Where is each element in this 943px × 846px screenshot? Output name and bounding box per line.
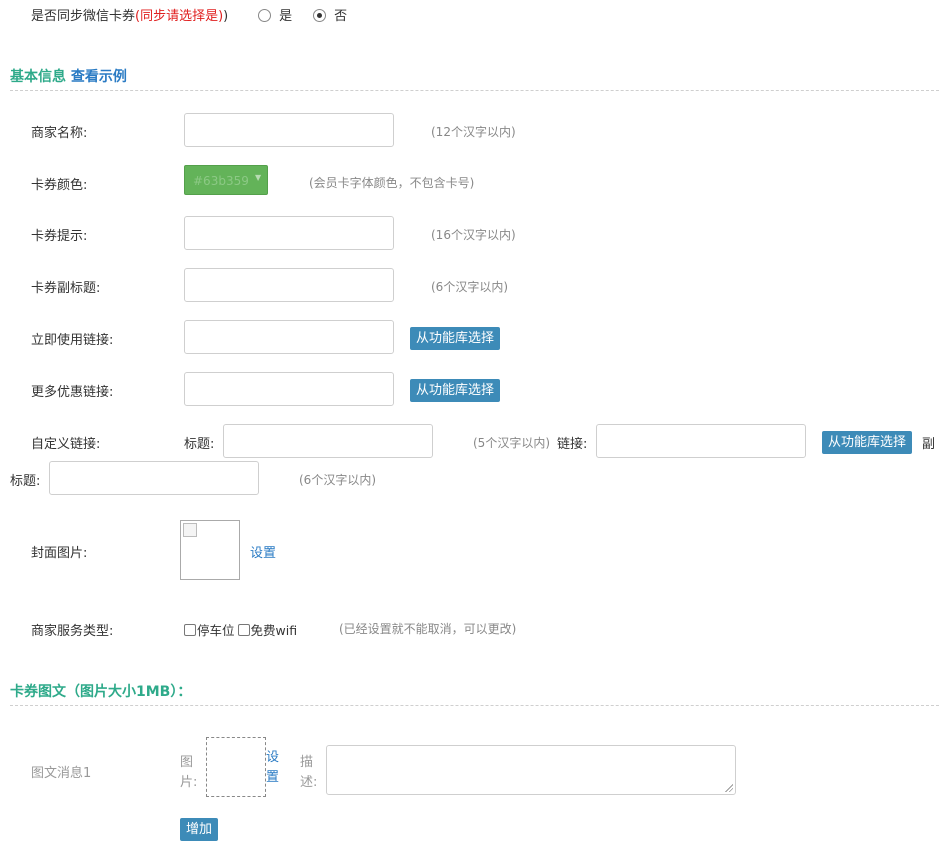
broken-image-icon bbox=[183, 523, 197, 537]
chevron-down-icon: ▼ bbox=[255, 173, 262, 182]
card-tip-input[interactable] bbox=[184, 216, 394, 250]
card-subtitle-hint: (6个汉字以内) bbox=[431, 280, 508, 294]
graphic-image-label: 图 片: bbox=[180, 753, 197, 793]
card-color-hint: (会员卡字体颜色，不包含卡号) bbox=[309, 176, 475, 190]
more-offers-link-label: 更多优惠链接: bbox=[31, 385, 114, 400]
custom-link-label: 自定义链接: bbox=[31, 437, 101, 452]
wifi-label: 免费wifi bbox=[250, 623, 298, 638]
graphic-image-label-a: 图 bbox=[180, 755, 194, 770]
card-color-label: 卡券颜色: bbox=[31, 178, 88, 193]
sync-close-paren: ) bbox=[223, 9, 229, 24]
graphic-image-label-b: 片: bbox=[180, 775, 198, 790]
divider bbox=[10, 90, 939, 91]
sync-radio-yes[interactable]: 是 bbox=[258, 5, 292, 24]
card-color-value: #63b359 bbox=[193, 174, 249, 188]
graphic-item-label: 图文消息1 bbox=[31, 766, 92, 781]
graphic-desc-label: 描 述: bbox=[300, 753, 317, 793]
graphic-desc-textarea[interactable] bbox=[326, 745, 736, 795]
cover-image-label: 封面图片: bbox=[31, 546, 88, 561]
custom-link-subtitle-input[interactable] bbox=[49, 461, 259, 495]
service-type-hint: (已经设置就不能取消，可以更改) bbox=[339, 622, 517, 636]
card-color-picker[interactable]: #63b359 ▼ bbox=[184, 165, 268, 195]
more-offers-library-button[interactable]: 从功能库选择 bbox=[410, 379, 501, 402]
sync-label: 是否同步微信卡券 bbox=[31, 9, 136, 24]
more-offers-link-input[interactable] bbox=[184, 372, 394, 406]
add-graphic-button[interactable]: 增加 bbox=[180, 818, 219, 841]
card-subtitle-input[interactable] bbox=[184, 268, 394, 302]
custom-link-subtitle-label-b: 标题: bbox=[10, 474, 41, 489]
sync-radio-no[interactable]: 否 bbox=[313, 5, 347, 24]
merchant-name-hint: (12个汉字以内) bbox=[431, 125, 516, 139]
custom-link-url-input[interactable] bbox=[596, 424, 806, 458]
card-tip-label: 卡券提示: bbox=[31, 229, 88, 244]
graphic-set-link-a[interactable]: 设 bbox=[266, 748, 279, 768]
custom-link-library-button[interactable]: 从功能库选择 bbox=[822, 431, 913, 454]
resize-grip-icon[interactable] bbox=[725, 784, 733, 792]
cover-image-preview bbox=[180, 520, 240, 580]
graphic-desc-label-b: 述: bbox=[300, 775, 318, 790]
wifi-option[interactable]: 免费wifi bbox=[237, 623, 298, 638]
card-subtitle-label: 卡券副标题: bbox=[31, 281, 101, 296]
custom-link-title-label: 标题: bbox=[184, 437, 215, 452]
custom-link-subtitle-hint: (6个汉字以内) bbox=[299, 473, 376, 487]
divider bbox=[10, 705, 939, 706]
use-now-link-label: 立即使用链接: bbox=[31, 333, 114, 348]
merchant-name-label: 商家名称: bbox=[31, 126, 88, 141]
basic-info-title: 基本信息 bbox=[10, 69, 66, 85]
view-example-link[interactable]: 查看示例 bbox=[71, 69, 127, 85]
cover-image-set-link[interactable]: 设置 bbox=[250, 542, 276, 561]
basic-info-heading: 基本信息 查看示例 bbox=[10, 66, 127, 86]
card-tip-hint: (16个汉字以内) bbox=[431, 228, 516, 242]
sync-note: (同步请选择是) bbox=[135, 9, 224, 24]
radio-no-icon[interactable] bbox=[313, 9, 326, 22]
merchant-name-input[interactable] bbox=[184, 113, 394, 147]
graphic-set-link-b[interactable]: 置 bbox=[266, 768, 279, 788]
custom-link-subtitle-label-a: 副 bbox=[922, 437, 936, 452]
use-now-link-input[interactable] bbox=[184, 320, 394, 354]
graphic-set-link[interactable]: 设 置 bbox=[266, 748, 279, 788]
graphic-desc-label-a: 描 bbox=[300, 755, 314, 770]
parking-option[interactable]: 停车位 bbox=[184, 623, 235, 638]
service-type-options: 停车位 免费wifi bbox=[184, 620, 297, 639]
wifi-checkbox[interactable] bbox=[237, 624, 250, 636]
parking-label: 停车位 bbox=[197, 623, 235, 638]
custom-link-title-input[interactable] bbox=[223, 424, 433, 458]
custom-link-url-label: 链接: bbox=[557, 437, 588, 452]
custom-link-title-hint: (5个汉字以内) bbox=[473, 436, 550, 450]
radio-no-label: 否 bbox=[334, 9, 348, 24]
graphic-heading: 卡券图文（图片大小1MB）： bbox=[10, 684, 192, 700]
use-now-library-button[interactable]: 从功能库选择 bbox=[410, 327, 501, 350]
sync-row: 是否同步微信卡券(同步请选择是)) bbox=[31, 5, 228, 24]
parking-checkbox[interactable] bbox=[184, 624, 196, 636]
radio-yes-icon[interactable] bbox=[258, 9, 271, 22]
radio-yes-label: 是 bbox=[279, 9, 293, 24]
graphic-image-dropzone[interactable] bbox=[206, 737, 266, 797]
service-type-label: 商家服务类型: bbox=[31, 624, 114, 639]
